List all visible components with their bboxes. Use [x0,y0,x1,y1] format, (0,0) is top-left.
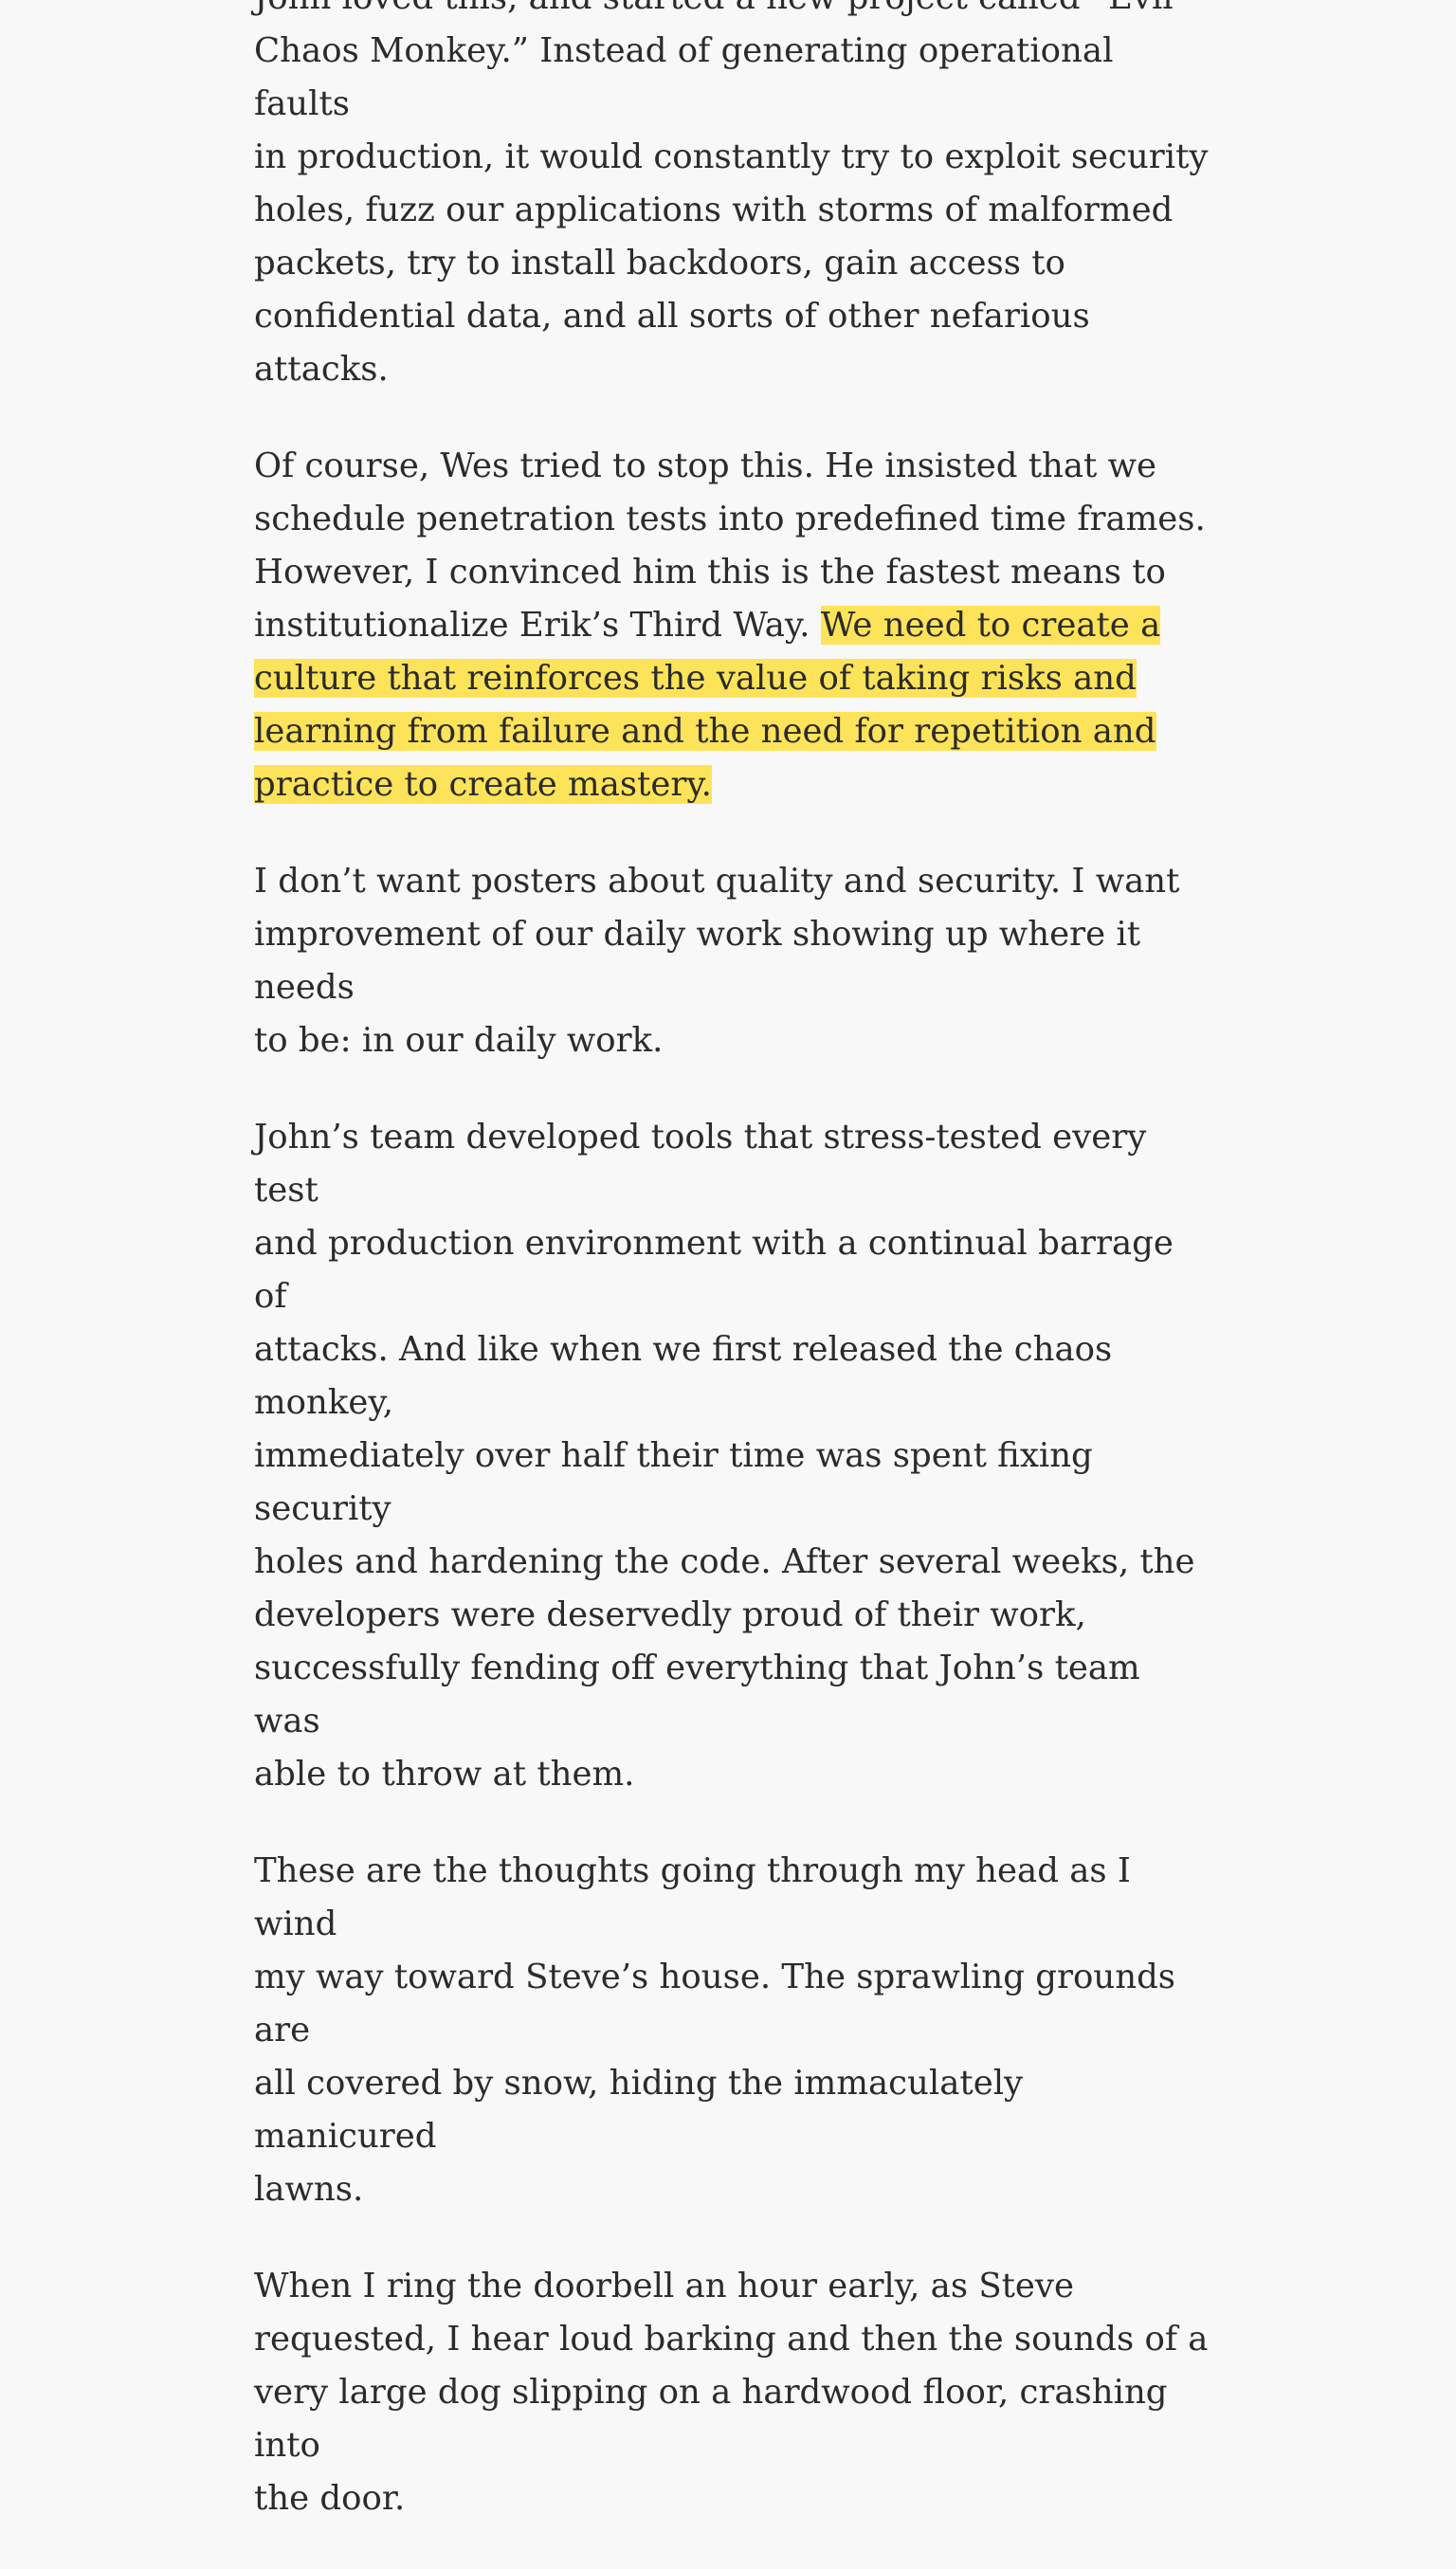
highlighted-text[interactable]: culture that reinforces the value of tak… [254,659,1137,698]
text-line: John loved this, and started a new proje… [254,0,1174,17]
highlighted-text[interactable]: practice to create mastery. [254,765,712,804]
text-line: to be: in our daily work. [254,1021,664,1060]
text-line: schedule penetration tests into predefin… [254,500,1206,538]
highlighted-text[interactable]: We need to create a [820,606,1161,645]
text-line: However, I convinced him this is the fas… [254,553,1166,592]
text-line: improvement of our daily work showing up… [254,915,1141,1007]
text-line: lawns. [254,2170,364,2209]
reader-page: John loved this, and started a new proje… [254,0,1211,2569]
highlighted-text[interactable]: learning from failure and the need for r… [254,712,1156,751]
text-line: When I ring the doorbell an hour early, … [254,2267,1075,2305]
paragraph-5: These are the thoughts going through my … [254,1845,1211,2216]
paragraph-4: John’s team developed tools that stress-… [254,1111,1211,1801]
text-line: my way toward Steve’s house. The sprawli… [254,1958,1176,2050]
paragraph-3: I don’t want posters about quality and s… [254,855,1211,1067]
paragraph-1: John loved this, and started a new proje… [254,0,1211,396]
text-line: very large dog slipping on a hardwood fl… [254,2373,1168,2465]
text-line: developers were deservedly proud of thei… [254,1595,1086,1634]
text-line: packets, try to install backdoors, gain … [254,244,1065,282]
text-line: John’s team developed tools that stress-… [254,1118,1147,1210]
text-line: Chaos Monkey.” Instead of generating ope… [254,31,1114,123]
text-line: the door. [254,2479,406,2518]
text-line: Of course, Wes tried to stop this. He in… [254,446,1156,485]
text-line: institutionalize Erik’s Third Way. [254,606,810,645]
paragraph-2: Of course, Wes tried to stop this. He in… [254,440,1211,811]
text-line: confidential data, and all sorts of othe… [254,297,1090,389]
text-line: attacks. And like when we first released… [254,1330,1113,1422]
text-line: These are the thoughts going through my … [254,1851,1131,1943]
text-line: able to throw at them. [254,1755,635,1794]
text-line: holes and hardening the code. After seve… [254,1542,1195,1581]
text-line: requested, I hear loud barking and then … [254,2320,1209,2359]
paragraph-6: When I ring the doorbell an hour early, … [254,2260,1211,2525]
text-line: in production, it would constantly try t… [254,137,1209,176]
text-line: all covered by snow, hiding the immacula… [254,2064,1024,2156]
text-line: immediately over half their time was spe… [254,1436,1093,1528]
text-line: I don’t want posters about quality and s… [254,862,1180,901]
text-line: holes, fuzz our applications with storms… [254,191,1174,229]
text-line: and production environment with a contin… [254,1224,1174,1316]
text-line: successfully fending off everything that… [254,1649,1140,1740]
